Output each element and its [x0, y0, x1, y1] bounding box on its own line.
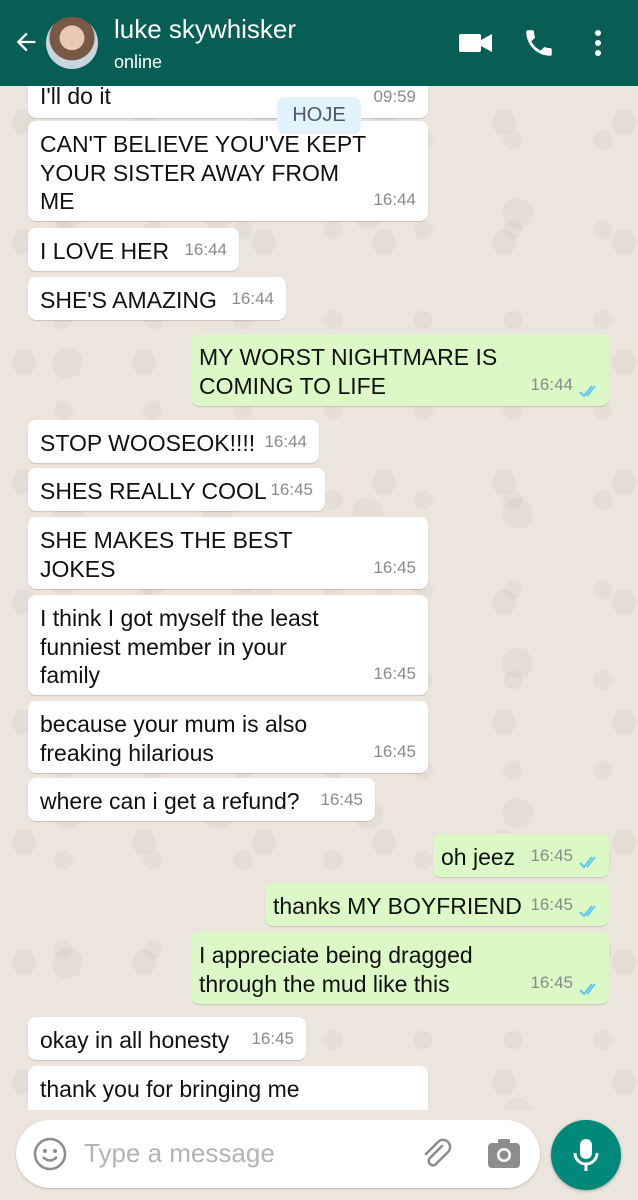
message-bubble[interactable]: I think I got myself the least funniest …	[28, 595, 428, 695]
emoji-icon[interactable]	[32, 1136, 68, 1172]
message-bubble[interactable]: where can i get a refund? 16:45	[28, 778, 375, 821]
message-time: 16:45	[530, 972, 573, 992]
message-time: 16:45	[530, 845, 573, 865]
read-receipt-icon	[579, 856, 596, 869]
message-time: 09:59	[373, 86, 416, 106]
message-bubble[interactable]: okay in all honesty 16:45	[28, 1017, 306, 1060]
message-time: 16:45	[373, 741, 416, 761]
message-bubble[interactable]: SHE MAKES THE BEST JOKES 16:45	[28, 517, 428, 589]
message-time: 16:45	[320, 789, 363, 809]
read-receipt-icon	[579, 905, 596, 918]
message-text: SHE'S AMAZING	[40, 287, 217, 313]
message-time: 16:45	[251, 1028, 294, 1048]
read-receipt-icon	[579, 983, 596, 996]
message-bubble[interactable]: I LOVE HER 16:44	[28, 228, 239, 271]
message-text: I LOVE HER	[40, 238, 170, 264]
message-bubble[interactable]: SHE'S AMAZING 16:44	[28, 277, 286, 320]
message-text: I'll do it	[40, 86, 111, 109]
message-list[interactable]: HOJE I'll do it 09:59 CAN'T BELIEVE YOU'…	[0, 86, 638, 1110]
microphone-icon	[573, 1139, 599, 1171]
message-text: thank you for bringing me	[40, 1076, 300, 1102]
message-time: 16:45	[373, 663, 416, 683]
message-bubble[interactable]: I'll do it 09:59	[28, 86, 428, 118]
avatar[interactable]	[46, 17, 98, 69]
message-time: 16:44	[373, 189, 416, 209]
message-bubble[interactable]: I appreciate being dragged through the m…	[191, 932, 609, 1004]
message-time: 16:45	[270, 479, 313, 499]
message-bubble[interactable]: oh jeez 16:45	[433, 834, 609, 877]
message-text: okay in all honesty	[40, 1027, 230, 1053]
message-bubble[interactable]: thanks MY BOYFRIEND 16:45	[265, 883, 609, 926]
arrow-left-icon[interactable]	[12, 28, 40, 56]
message-bubble[interactable]: CAN'T BELIEVE YOU'VE KEPT YOUR SISTER AW…	[28, 121, 428, 221]
message-composer[interactable]: Type a message	[16, 1120, 540, 1188]
camera-icon[interactable]	[486, 1137, 522, 1171]
message-time: 16:44	[264, 431, 307, 451]
message-text: I appreciate being dragged through the m…	[199, 942, 473, 997]
message-text: STOP WOOSEOK!!!!	[40, 430, 256, 456]
message-time: 16:44	[231, 288, 274, 308]
message-time: 16:44	[184, 239, 227, 259]
message-text: because your mum is also freaking hilari…	[40, 711, 308, 766]
message-time: 16:45	[530, 894, 573, 914]
phone-icon[interactable]	[522, 26, 556, 60]
message-text: thanks MY BOYFRIEND	[273, 893, 522, 919]
message-text: CAN'T BELIEVE YOU'VE KEPT YOUR SISTER AW…	[40, 131, 367, 214]
message-bubble[interactable]: STOP WOOSEOK!!!! 16:44	[28, 420, 319, 463]
message-text: MY WORST NIGHTMARE IS COMING TO LIFE	[199, 344, 498, 399]
message-text: SHES REALLY COOL	[40, 478, 267, 504]
message-text: SHE MAKES THE BEST JOKES	[40, 527, 293, 582]
contact-status: online	[114, 52, 163, 72]
video-camera-icon[interactable]	[458, 26, 494, 60]
contact-name[interactable]: luke skywhisker	[114, 14, 296, 45]
message-text: I think I got myself the least funniest …	[40, 605, 319, 688]
message-time: 16:44	[530, 374, 573, 394]
message-bubble[interactable]: thank you for bringing me	[28, 1066, 428, 1110]
message-time: 16:45	[373, 557, 416, 577]
chat-header: luke skywhisker online	[0, 0, 638, 86]
voice-record-button[interactable]	[551, 1120, 621, 1190]
message-bubble[interactable]: MY WORST NIGHTMARE IS COMING TO LIFE 16:…	[191, 334, 609, 406]
message-bubble[interactable]: SHES REALLY COOL 16:45	[28, 468, 325, 511]
message-text: oh jeez	[441, 844, 516, 870]
date-chip: HOJE	[277, 97, 361, 133]
message-text: where can i get a refund?	[40, 788, 300, 814]
paperclip-icon[interactable]	[418, 1136, 454, 1172]
read-receipt-icon	[579, 385, 596, 398]
more-vert-icon[interactable]	[588, 26, 608, 60]
message-bubble[interactable]: because your mum is also freaking hilari…	[28, 701, 428, 773]
message-input[interactable]: Type a message	[84, 1138, 275, 1169]
